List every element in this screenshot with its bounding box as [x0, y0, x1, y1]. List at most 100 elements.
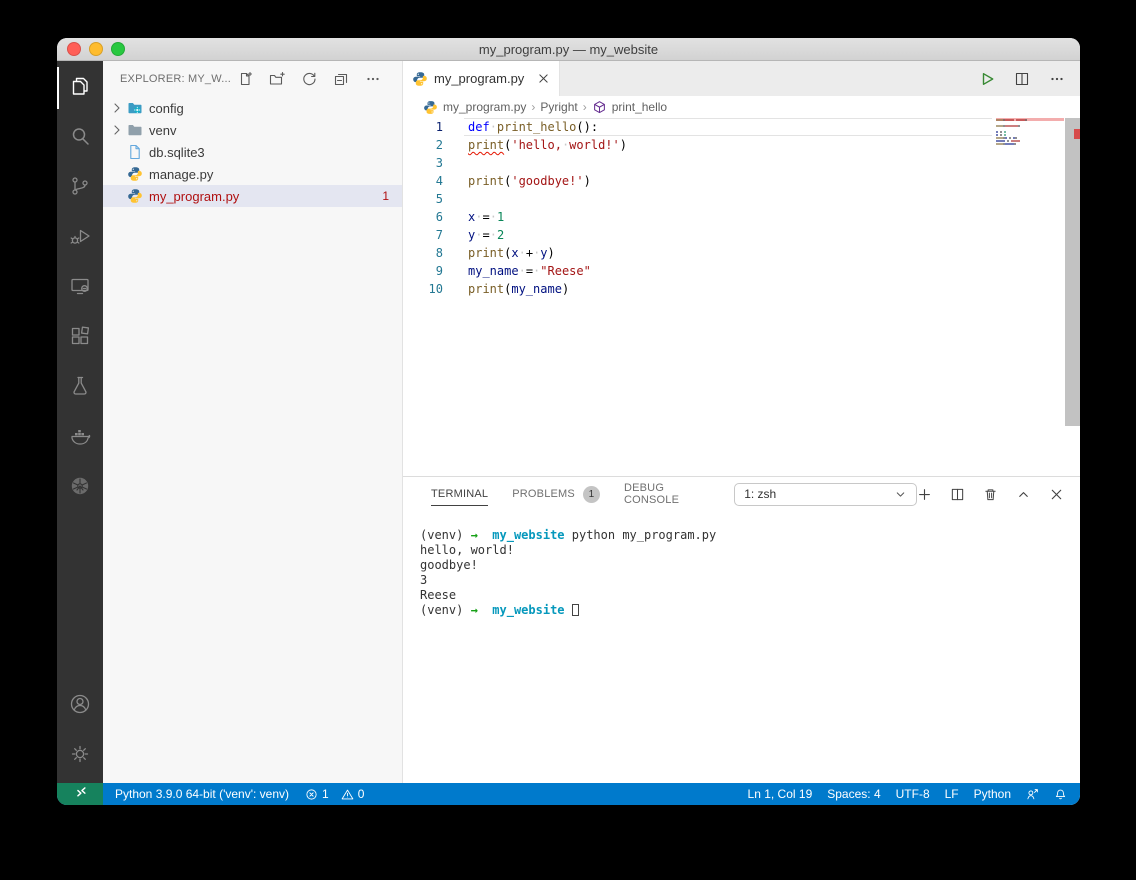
refresh-button[interactable] [301, 71, 317, 87]
split-editor-button[interactable] [1014, 71, 1030, 87]
titlebar[interactable]: my_program.py — my_website [57, 38, 1080, 61]
status-item-label: Ln 1, Col 19 [748, 787, 813, 801]
remote-indicator-icon [73, 786, 87, 803]
minimap[interactable] [996, 118, 1064, 145]
editor-region: my_program.py my_program.py›Pyright›prin… [403, 61, 1080, 783]
status-item-eol[interactable]: LF [945, 787, 959, 801]
code-line-5: 5 [403, 190, 1080, 208]
maximize-panel-button[interactable] [1016, 487, 1031, 502]
tree-item-my_program.py[interactable]: my_program.py1 [103, 185, 402, 207]
line-number[interactable]: 10 [403, 280, 443, 298]
activity-item-remote-explorer[interactable] [57, 263, 103, 313]
split-terminal-button[interactable] [950, 487, 965, 502]
tree-item-venv[interactable]: venv [103, 119, 402, 141]
editor-scrollbar[interactable] [1065, 118, 1080, 426]
activity-item-accounts[interactable] [57, 681, 103, 731]
window-title: my_program.py — my_website [57, 42, 1080, 57]
folder-icon [127, 122, 143, 138]
activity-item-search[interactable] [57, 113, 103, 163]
status-item-notifications[interactable] [1054, 788, 1067, 801]
status-item-cursor-position[interactable]: Ln 1, Col 19 [748, 787, 813, 801]
kubernetes-icon [68, 474, 92, 503]
status-item-feedback[interactable] [1026, 788, 1039, 801]
close-button[interactable] [67, 42, 81, 56]
line-number[interactable]: 9 [403, 262, 443, 280]
activity-item-docker[interactable] [57, 413, 103, 463]
panel-tab-terminal[interactable]: TERMINAL [431, 477, 488, 511]
tab-label: my_program.py [434, 71, 524, 86]
breadcrumb-separator: › [531, 100, 535, 114]
line-number[interactable]: 6 [403, 208, 443, 226]
breadcrumb-item-print_hello[interactable]: print_hello [592, 100, 667, 115]
status-item-indentation[interactable]: Spaces: 4 [827, 787, 880, 801]
panel-tab-label: TERMINAL [431, 488, 488, 500]
panel-tabs: TERMINAL PROBLEMS 1 DEBUG CONSOLE [431, 477, 722, 511]
tab-my-program[interactable]: my_program.py [403, 61, 560, 96]
new-file-button[interactable] [237, 71, 253, 87]
panel-tab-problems[interactable]: PROBLEMS 1 [512, 477, 600, 511]
problems-count-badge: 1 [583, 486, 600, 503]
more-actions-button[interactable] [365, 71, 381, 87]
line-number[interactable]: 8 [403, 244, 443, 262]
close-icon[interactable] [537, 72, 550, 85]
tree-item-manage.py[interactable]: manage.py [103, 163, 402, 185]
zoom-button[interactable] [111, 42, 125, 56]
problem-count-badge: 1 [382, 189, 389, 203]
tree-item-config[interactable]: config [103, 97, 402, 119]
remote-indicator[interactable] [57, 783, 103, 805]
activity-item-testing[interactable] [57, 363, 103, 413]
kill-terminal-button[interactable] [983, 487, 998, 502]
close-panel-button[interactable] [1049, 487, 1064, 502]
activity-item-run-debug[interactable] [57, 213, 103, 263]
activity-item-extensions[interactable] [57, 313, 103, 363]
line-number[interactable]: 2 [403, 136, 443, 154]
code-line-2: 2 print('hello,·world!') [403, 136, 1080, 154]
folder-config-icon [127, 100, 143, 116]
terminal-line: goodbye! [420, 558, 1080, 573]
line-number[interactable]: 1 [403, 118, 443, 136]
activity-item-settings[interactable] [57, 731, 103, 781]
tree-indent [109, 166, 125, 182]
breadcrumb-item-Pyright[interactable]: Pyright [540, 100, 577, 114]
code-text: print('hello,·world!') [468, 136, 627, 154]
terminal-panel: TERMINAL PROBLEMS 1 DEBUG CONSOLE 1: zsh (v… [403, 476, 1080, 783]
terminal-shell-select[interactable]: 1: zsh [734, 483, 917, 506]
search-icon [68, 124, 92, 153]
line-number[interactable]: 4 [403, 172, 443, 190]
breadcrumb: my_program.py›Pyright›print_hello [403, 96, 1080, 118]
feedback-icon [1026, 788, 1039, 801]
bell-icon [1054, 788, 1067, 801]
terminal-content[interactable]: (venv) → my_website python my_program.py… [403, 511, 1080, 783]
status-item-python-interpreter[interactable]: Python 3.9.0 64-bit ('venv': venv) [115, 787, 289, 801]
editor-actions [979, 61, 1080, 96]
code-editor[interactable]: 1def·print_hello():2print('hello,·world!… [403, 118, 1080, 476]
run-python-file-button[interactable] [979, 71, 995, 87]
activity-bar-top [57, 63, 103, 513]
panel-tab-debug-console[interactable]: DEBUG CONSOLE [624, 477, 722, 511]
activity-item-kubernetes[interactable] [57, 463, 103, 513]
line-number[interactable]: 3 [403, 154, 443, 172]
python-icon [423, 100, 438, 115]
source-control-icon [68, 174, 92, 203]
tree-item-db.sqlite3[interactable]: db.sqlite3 [103, 141, 402, 163]
new-terminal-button[interactable] [917, 487, 932, 502]
beaker-icon [68, 374, 92, 403]
new-folder-button[interactable] [269, 71, 285, 87]
collapse-all-button[interactable] [333, 71, 349, 87]
extensions-icon [68, 324, 92, 353]
minimize-button[interactable] [89, 42, 103, 56]
activity-item-source-control[interactable] [57, 163, 103, 213]
python-icon [127, 166, 143, 182]
breadcrumb-item-my_program.py[interactable]: my_program.py [423, 100, 526, 115]
status-item-encoding[interactable]: UTF-8 [896, 787, 930, 801]
status-item-problems[interactable]: 10 [305, 787, 364, 801]
panel-tab-label: PROBLEMS [512, 488, 575, 500]
overview-ruler-error-marker [1074, 129, 1080, 139]
line-number[interactable]: 5 [403, 190, 443, 208]
activity-item-explorer[interactable] [57, 63, 103, 113]
code-text: print(x·+·y) [468, 244, 555, 262]
explorer-title: EXPLORER: MY_W... [120, 73, 231, 85]
more-actions-button[interactable] [1049, 71, 1065, 87]
status-item-language-mode[interactable]: Python [974, 787, 1011, 801]
line-number[interactable]: 7 [403, 226, 443, 244]
